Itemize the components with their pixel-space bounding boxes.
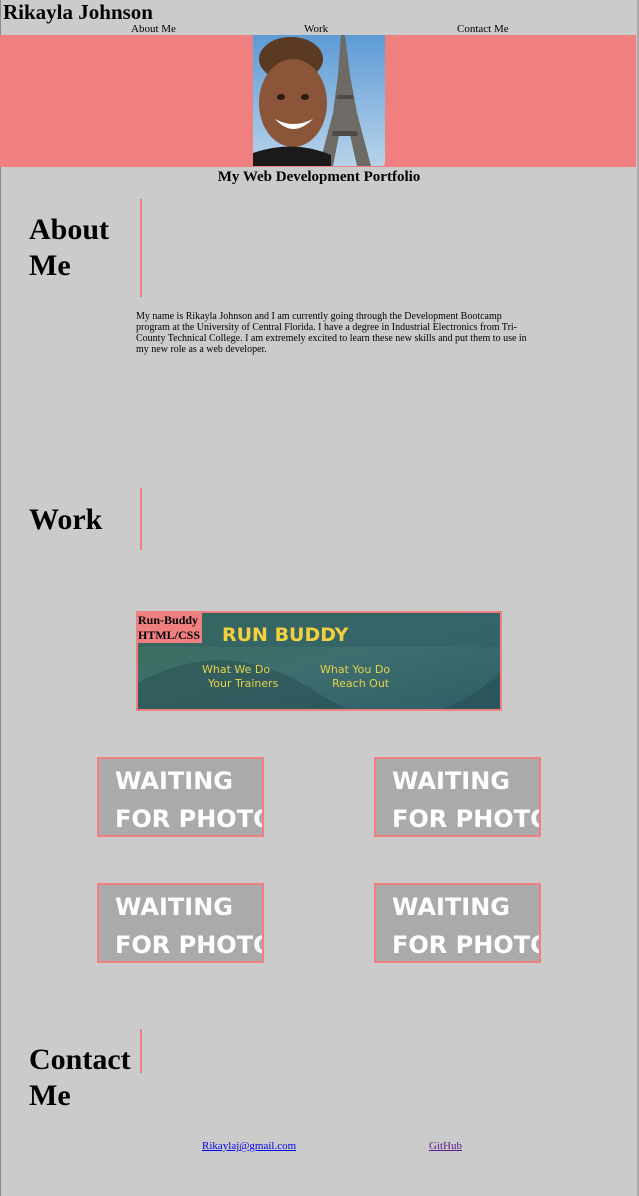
waiting-for-photo-image: WAITING FOR PHOTO (99, 759, 262, 835)
about-divider (140, 199, 142, 297)
project-placeholder[interactable]: WAITING FOR PHOTO (97, 883, 264, 963)
portfolio-subtitle: My Web Development Portfolio (217, 169, 421, 185)
waiting-for-photo-image: WAITING FOR PHOTO (99, 885, 262, 961)
work-heading: Work (29, 503, 103, 536)
project-placeholder[interactable]: WAITING FOR PHOTO (97, 757, 264, 837)
waiting-for-photo-image: WAITING FOR PHOTO (376, 885, 539, 961)
project-tech: HTML/CSS (138, 628, 201, 642)
run-buddy-nav-trainers: Your Trainers (207, 677, 279, 690)
profile-photo (253, 35, 385, 166)
site-title: Rikayla Johnson (3, 0, 153, 24)
run-buddy-nav-reach-out: Reach Out (332, 677, 390, 690)
run-buddy-logo-text: RUN BUDDY (222, 624, 349, 646)
waiting-for-photo-image: WAITING FOR PHOTO (376, 759, 539, 835)
run-buddy-project-card[interactable]: Run-Buddy HTML/CSS RUN BUDDY What We Do … (136, 611, 502, 711)
run-buddy-nav-what-we-do: What We Do (202, 663, 270, 676)
work-divider (140, 488, 142, 550)
project-label: Run-Buddy HTML/CSS (138, 613, 203, 643)
project-name: Run-Buddy (138, 613, 199, 627)
run-buddy-nav-what-you-do: What You Do (320, 663, 390, 676)
contact-divider (140, 1029, 142, 1073)
about-heading: About Me (29, 213, 110, 282)
email-link[interactable]: Rikaylaj@gmail.com (202, 1140, 296, 1153)
contact-heading: Contact Me (29, 1043, 131, 1112)
profile-photo-image (253, 35, 385, 166)
about-paragraph: My name is Rikayla Johnson and I am curr… (136, 311, 527, 355)
project-placeholder[interactable]: WAITING FOR PHOTO (374, 883, 541, 963)
project-placeholder[interactable]: WAITING FOR PHOTO (374, 757, 541, 837)
github-link[interactable]: GitHub (429, 1140, 462, 1153)
